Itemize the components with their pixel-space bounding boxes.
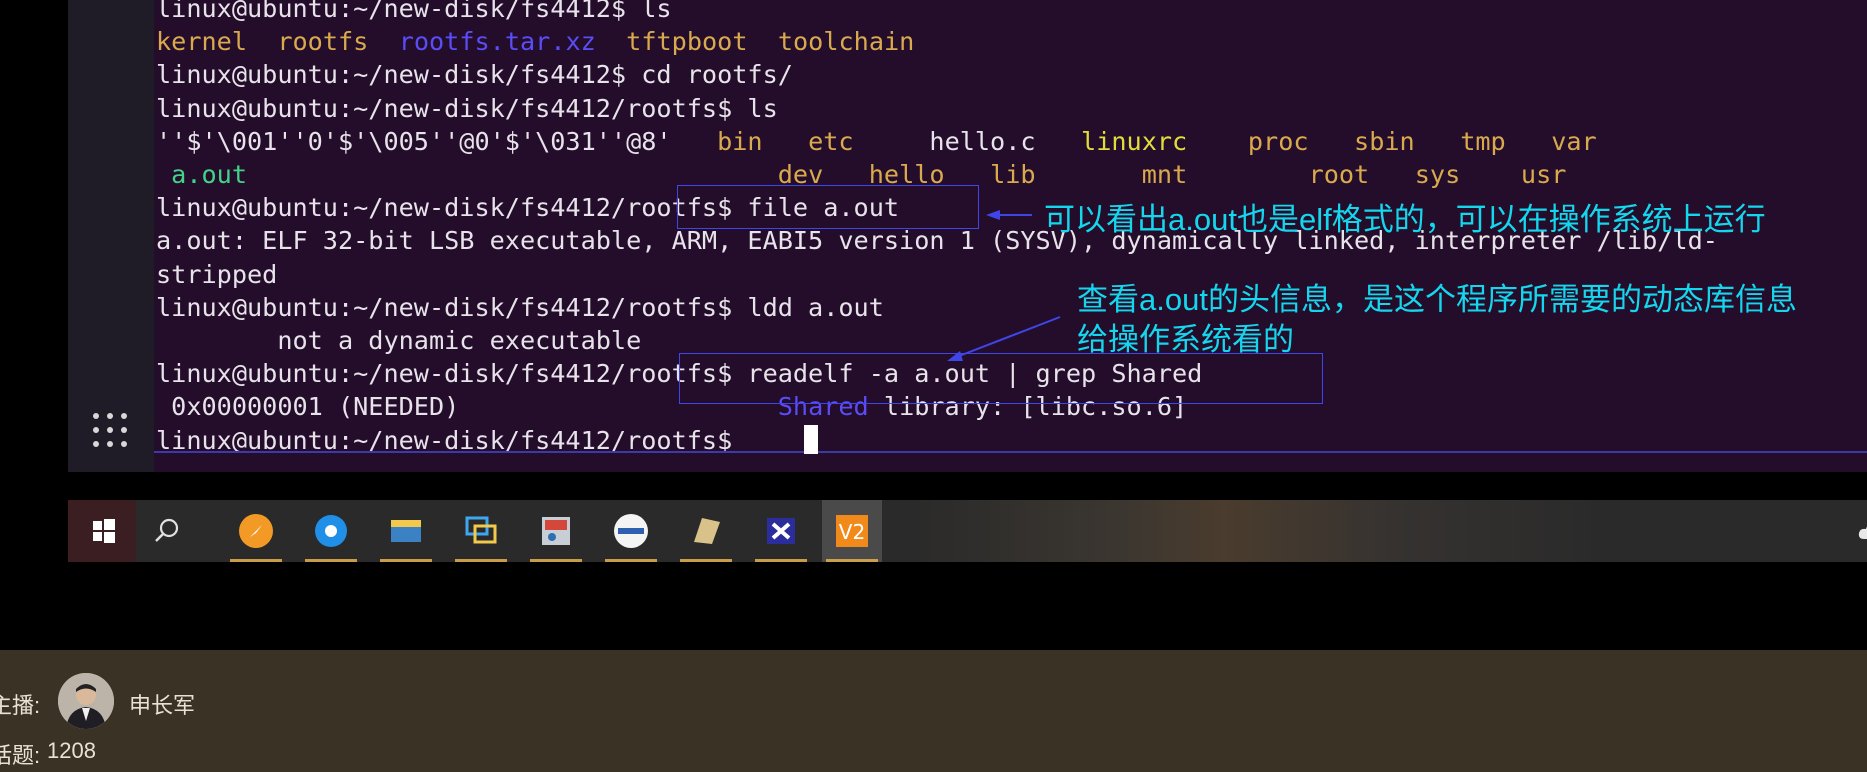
topic-value: 1208 bbox=[47, 738, 96, 763]
taskbar-app-notes[interactable] bbox=[676, 500, 736, 562]
topic-label: 话题: bbox=[0, 743, 41, 768]
video-frame: linux@ubuntu:~/new-disk/fs4412/rootfs$ 0… bbox=[0, 0, 1867, 650]
annotation-note-header-line1: 查看a.out的头信息，是这个程序所需要的动态库信息 bbox=[1077, 282, 1797, 317]
annotation-note-header-line2: 给操作系统看的 bbox=[1077, 322, 1294, 357]
circle-logo-icon bbox=[614, 514, 648, 548]
terminal-window[interactable]: linux@ubuntu:~/new-disk/fs4412/rootfs$ 0… bbox=[154, 0, 1867, 472]
taskbar-file-explorer[interactable] bbox=[376, 500, 436, 562]
taskbar-app-vmware[interactable]: V2 bbox=[822, 500, 882, 562]
annotation-arrowhead-2 bbox=[947, 351, 963, 361]
blurred-taskbar-area bbox=[908, 500, 1608, 562]
taskbar-search-button[interactable] bbox=[136, 500, 196, 562]
active-indicator bbox=[455, 559, 507, 562]
active-indicator bbox=[305, 559, 357, 562]
taskbar-app-windows-copy[interactable] bbox=[451, 500, 511, 562]
active-indicator bbox=[755, 559, 807, 562]
active-indicator bbox=[680, 559, 732, 562]
notes-icon bbox=[694, 518, 720, 544]
windows-logo-icon bbox=[93, 519, 115, 543]
active-indicator bbox=[530, 559, 582, 562]
taskbar-app-xmind[interactable] bbox=[751, 500, 811, 562]
host-avatar[interactable] bbox=[58, 673, 114, 729]
annotation-arrow-2 bbox=[953, 316, 1061, 359]
stream-info-bar: 主播: 申长军 话题: 1208 bbox=[0, 650, 1867, 772]
start-button[interactable] bbox=[68, 500, 136, 562]
terminal-gutter bbox=[68, 0, 154, 472]
svg-text:V2: V2 bbox=[839, 520, 865, 544]
copy-windows-icon bbox=[465, 516, 497, 544]
taskbar-app-white-circle[interactable] bbox=[601, 500, 661, 562]
orange-app-icon bbox=[239, 514, 273, 548]
active-indicator bbox=[826, 559, 878, 562]
avatar-image bbox=[58, 673, 114, 729]
windows-taskbar: V2 1 bbox=[68, 500, 1867, 562]
taskbar-app-image-viewer[interactable] bbox=[526, 500, 586, 562]
active-indicator bbox=[605, 559, 657, 562]
annotation-note-elf: 可以看出a.out也是elf格式的，可以在操作系统上运行 bbox=[1044, 202, 1766, 237]
vm-app-icon: V2 bbox=[836, 515, 868, 547]
search-icon bbox=[155, 518, 179, 542]
image-viewer-icon bbox=[542, 517, 570, 545]
app-grid-icon[interactable] bbox=[90, 410, 130, 450]
folder-icon bbox=[391, 520, 421, 542]
host-name[interactable]: 申长军 bbox=[129, 688, 195, 720]
active-indicator bbox=[230, 559, 282, 562]
weather-cloud-icon[interactable] bbox=[1858, 519, 1867, 541]
host-label: 主播: bbox=[0, 693, 41, 718]
meeting-app-icon bbox=[315, 515, 347, 547]
taskbar-app-blue-circle[interactable] bbox=[301, 500, 361, 562]
cross-app-icon bbox=[767, 518, 795, 544]
active-indicator bbox=[380, 559, 432, 562]
annotation-arrowhead-1 bbox=[986, 210, 1000, 220]
taskbar-app-orange[interactable] bbox=[226, 500, 286, 562]
